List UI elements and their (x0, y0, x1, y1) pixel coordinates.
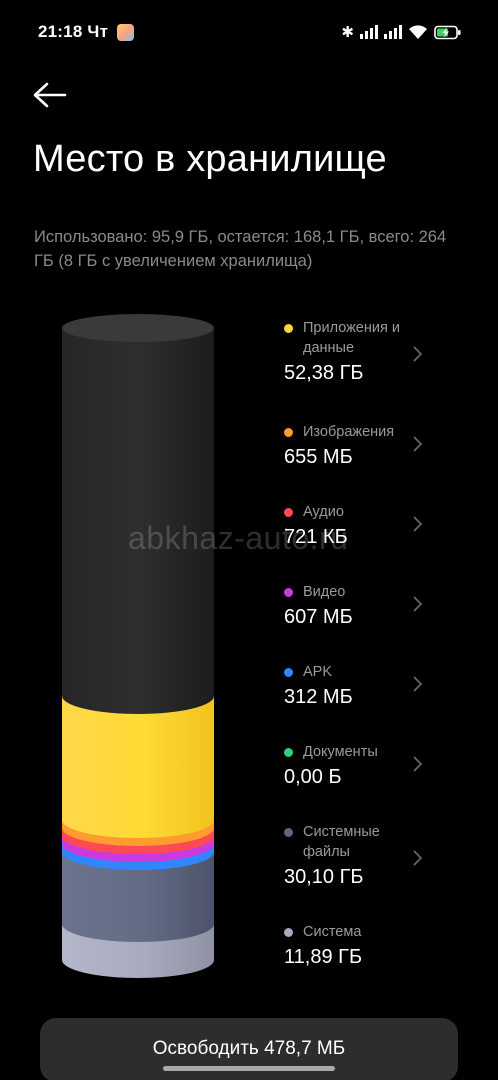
page-title: Место в хранилище (33, 138, 387, 180)
chevron-right-icon (413, 756, 423, 772)
category-dot (284, 828, 293, 837)
chevron-right-icon (413, 516, 423, 532)
chevron-right-icon (413, 436, 423, 452)
category-dot (284, 324, 293, 333)
category-label: Системные файлы (303, 824, 380, 860)
category-size: 607 МБ (284, 606, 353, 628)
category-label: APK (303, 664, 333, 680)
category-dot (284, 428, 293, 437)
cylinder-top (62, 314, 214, 342)
category-dot (284, 588, 293, 597)
notification-app-icon (117, 24, 134, 41)
segment-apps (62, 696, 214, 838)
chevron-right-icon (413, 850, 423, 866)
chevron-right-icon (413, 676, 423, 692)
home-indicator[interactable] (163, 1066, 335, 1071)
category-dot (284, 668, 293, 677)
wifi-icon (408, 24, 428, 40)
storage-cylinder-chart (62, 314, 214, 978)
category-label: Документы (303, 744, 378, 760)
category-label: Изображения (303, 424, 395, 440)
arrow-left-icon (33, 82, 67, 108)
category-label: Видео (303, 584, 346, 600)
status-time: 21:18 Чт (38, 22, 109, 41)
category-dot (284, 748, 293, 757)
category-size: 721 КБ (284, 526, 348, 548)
storage-summary: Использовано: 95,9 ГБ, остается: 168,1 Г… (34, 228, 447, 270)
chevron-right-icon (413, 596, 423, 612)
battery-charging-icon (434, 25, 462, 40)
category-size: 52,38 ГБ (284, 362, 364, 384)
chevron-right-icon (413, 346, 423, 362)
category-size: 0,00 Б (284, 766, 342, 788)
back-button[interactable] (30, 78, 70, 112)
category-size: 30,10 ГБ (284, 866, 364, 888)
signal-icon-2 (384, 25, 402, 39)
category-label: Система (303, 924, 362, 940)
category-dot (284, 928, 293, 937)
category-size: 11,89 ГБ (284, 946, 363, 968)
category-label: Приложения и данные (303, 320, 400, 356)
category-label: Аудио (303, 504, 344, 520)
status-icons: ✱ (341, 22, 462, 42)
bluetooth-icon: ✱ (341, 23, 354, 41)
signal-icon (360, 25, 378, 39)
category-size: 312 МБ (284, 686, 353, 708)
status-bar: 21:18 Чт ✱ (0, 0, 498, 64)
category-dot (284, 508, 293, 517)
category-size: 655 МБ (284, 446, 353, 468)
free-up-space-label: Освободить 478,7 МБ (152, 1038, 346, 1059)
